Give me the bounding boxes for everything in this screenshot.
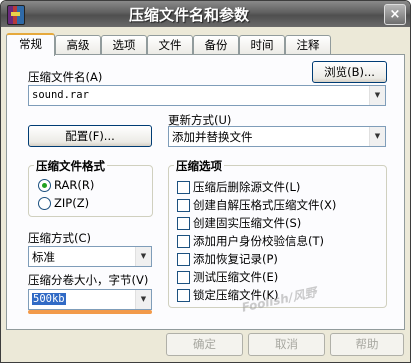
update-mode-value: 添加并替换文件	[172, 130, 253, 144]
compression-method-label: 压缩方式(C)	[28, 231, 92, 245]
compression-method-select[interactable]: 标准 ▼	[28, 246, 152, 267]
chevron-down-icon[interactable]: ▼	[369, 86, 385, 105]
winrar-icon	[7, 5, 25, 25]
volume-size-label: 压缩分卷大小，字节(V)	[28, 273, 149, 287]
profiles-button[interactable]: 配置(F)...	[28, 125, 152, 147]
window-title: 压缩文件名和参数	[129, 6, 250, 24]
lock-archive-checkbox[interactable]	[177, 289, 190, 302]
tab-general[interactable]: 常规	[6, 33, 55, 56]
ok-button[interactable]: 确定	[166, 333, 243, 356]
test-archive-checkbox[interactable]	[177, 271, 190, 284]
rar-label: RAR(R)	[54, 178, 95, 192]
chevron-down-icon[interactable]: ▼	[135, 290, 151, 309]
chevron-down-icon[interactable]: ▼	[135, 247, 151, 266]
tab-backup[interactable]: 备份	[193, 35, 239, 54]
archiving-options-title: 压缩选项	[174, 158, 224, 174]
close-button[interactable]: ×	[384, 4, 406, 25]
archive-name-combobox[interactable]: sound.rar ▼	[28, 85, 386, 106]
chevron-down-icon[interactable]: ▼	[369, 127, 385, 146]
delete-after-archiving-label: 压缩后删除源文件(L)	[193, 180, 301, 194]
create-sfx-label: 创建自解压格式压缩文件(X)	[193, 198, 337, 212]
authenticity-label: 添加用户身份校验信息(T)	[193, 234, 324, 248]
rar-radio[interactable]	[38, 179, 51, 192]
browse-button[interactable]: 浏览(B)...	[312, 61, 387, 83]
tab-files[interactable]: 文件	[147, 35, 193, 54]
test-archive-label: 测试压缩文件(E)	[193, 270, 279, 284]
help-button[interactable]: 帮助	[330, 333, 404, 356]
create-solid-label: 创建固实压缩文件(S)	[193, 216, 302, 230]
volume-size-value: 500kb	[32, 293, 66, 305]
create-sfx-checkbox[interactable]	[177, 199, 190, 212]
tab-time[interactable]: 时间	[239, 35, 285, 54]
update-mode-select[interactable]: 添加并替换文件 ▼	[168, 126, 386, 147]
zip-label: ZIP(Z)	[54, 196, 90, 210]
archive-format-title: 压缩文件格式	[34, 158, 107, 174]
compression-method-value: 标准	[32, 250, 55, 264]
tab-comment[interactable]: 注释	[285, 35, 331, 54]
tab-advanced[interactable]: 高级	[55, 35, 101, 54]
authenticity-checkbox[interactable]	[177, 235, 190, 248]
recovery-record-checkbox[interactable]	[177, 253, 190, 266]
cancel-button[interactable]: 取消	[248, 333, 325, 356]
annotation-underline	[28, 310, 152, 314]
dialog-window: 压缩文件名和参数 × 常规 高级 选项 文件 备份 时间 注释 压缩文件名(A)…	[0, 0, 411, 363]
recovery-record-label: 添加恢复记录(P)	[193, 252, 278, 266]
create-solid-checkbox[interactable]	[177, 217, 190, 230]
tab-options[interactable]: 选项	[101, 35, 147, 54]
zip-radio[interactable]	[38, 197, 51, 210]
archive-name-value: sound.rar	[32, 89, 89, 101]
volume-size-combobox[interactable]: 500kb ▼	[28, 289, 152, 310]
title-bar[interactable]: 压缩文件名和参数 ×	[1, 1, 410, 27]
archive-name-label: 压缩文件名(A)	[28, 70, 103, 84]
delete-after-archiving-checkbox[interactable]	[177, 181, 190, 194]
